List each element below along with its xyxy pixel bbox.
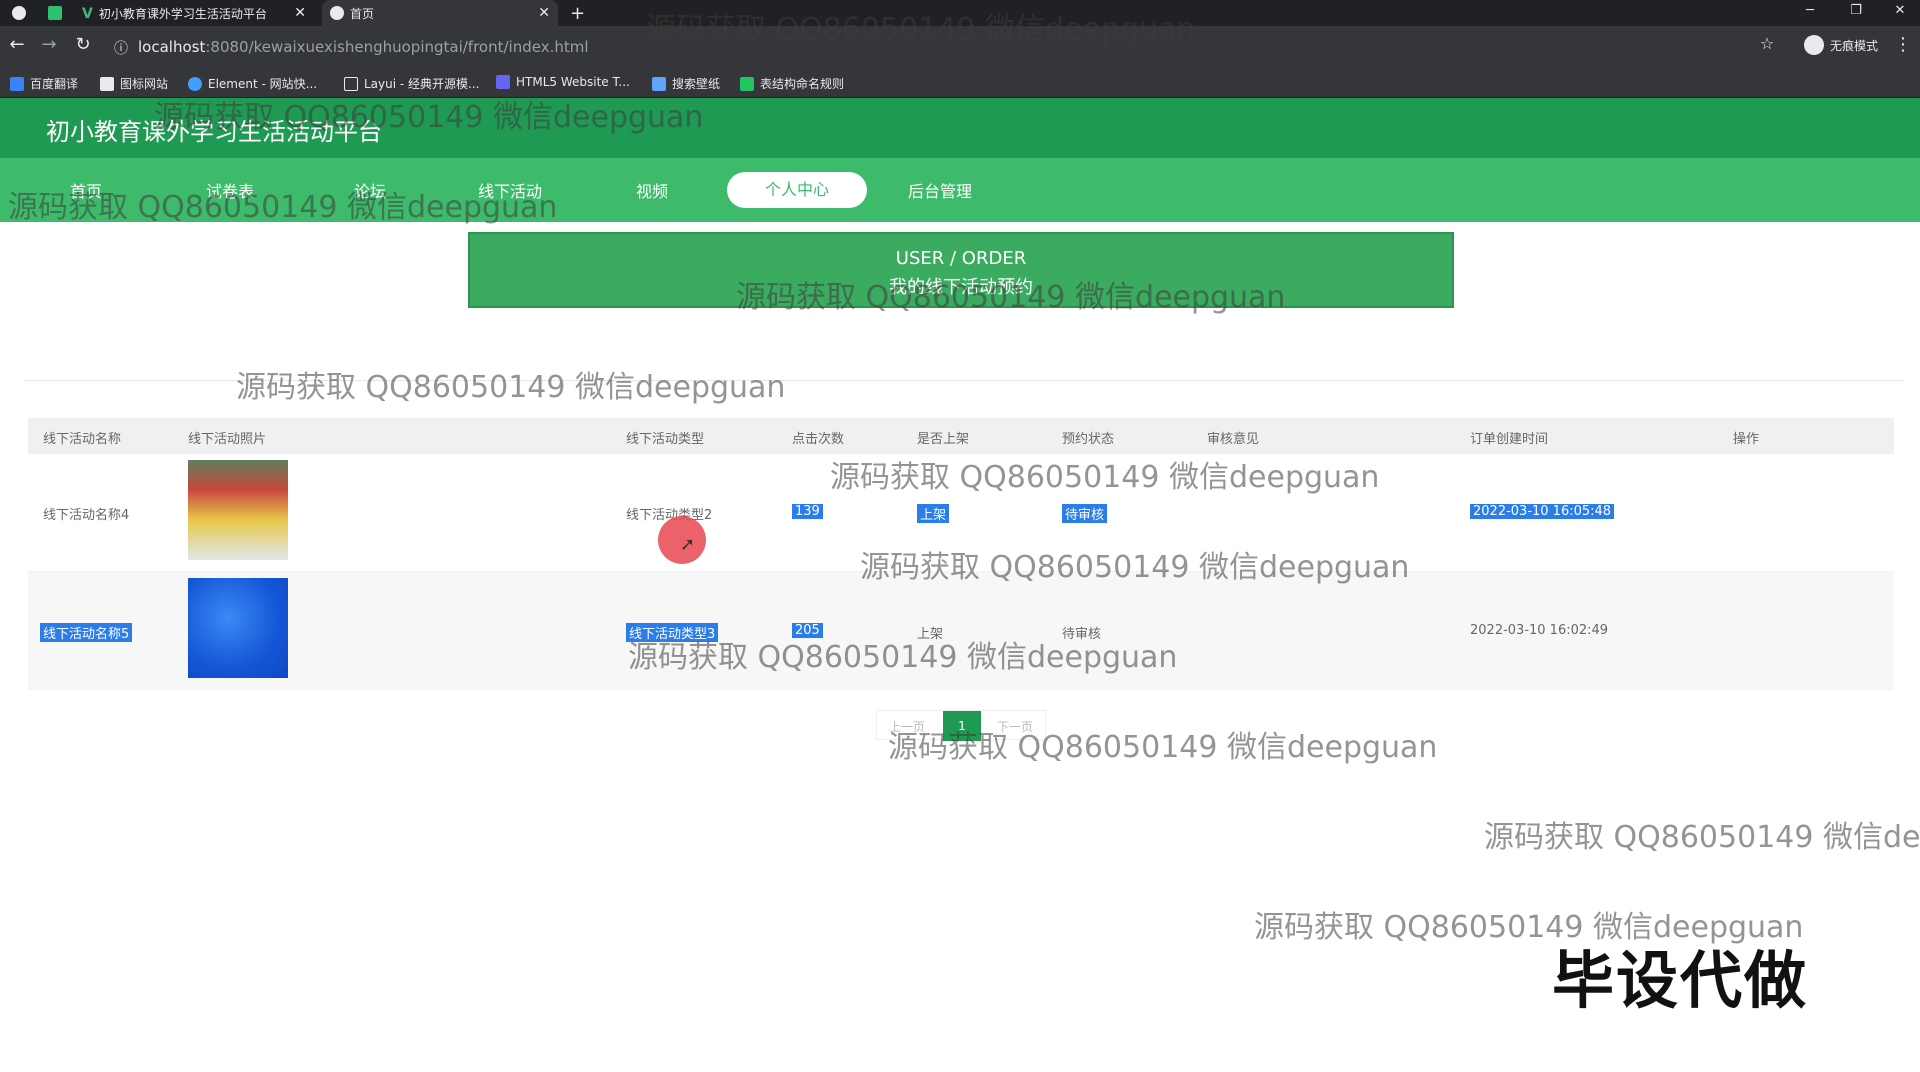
forward-icon[interactable]: → bbox=[36, 34, 62, 55]
header-photo: 线下活动照片 bbox=[188, 432, 267, 447]
activity-photo bbox=[188, 578, 288, 678]
profile-button[interactable]: 无痕模式 bbox=[1803, 35, 1878, 55]
bookmark-item[interactable]: Element - 网站快... bbox=[188, 75, 317, 92]
header-created: 订单创建时间 bbox=[1470, 432, 1549, 447]
info-icon[interactable]: ⓘ bbox=[108, 38, 134, 58]
banner-english-title: USER / ORDER bbox=[895, 248, 1027, 269]
tab-label: 初小教育课外学习生活活动平台 bbox=[98, 6, 267, 21]
bookmark-label: 表结构命名规则 bbox=[760, 77, 845, 91]
header-clicks: 点击次数 bbox=[792, 432, 845, 447]
pinned-tab[interactable] bbox=[40, 0, 72, 26]
nav-admin[interactable]: 后台管理 bbox=[908, 178, 972, 202]
activity-photo bbox=[188, 460, 288, 560]
bookmark-item[interactable]: 搜索壁纸 bbox=[652, 75, 720, 92]
bookmark-label: 百度翻译 bbox=[30, 77, 79, 91]
cell-name: 线下活动名称4 bbox=[43, 508, 130, 523]
url-path: :8080/kewaixuexishenghuopingtai/front/in… bbox=[205, 38, 589, 56]
header-actions: 操作 bbox=[1733, 432, 1760, 447]
bookmark-item[interactable]: 百度翻译 bbox=[10, 75, 78, 92]
cell-status: 待审核 bbox=[1062, 504, 1108, 523]
watermark: 源码获取 QQ86050149 微信deepguan bbox=[236, 370, 786, 405]
header-name: 线下活动名称 bbox=[43, 432, 122, 447]
reload-icon[interactable]: ↻ bbox=[70, 34, 96, 55]
cell-clicks: 139 bbox=[792, 504, 823, 519]
nav-video[interactable]: 视频 bbox=[636, 178, 668, 202]
close-window-button[interactable]: ✕ bbox=[1880, 0, 1920, 22]
bookmark-item[interactable]: Layui - 经典开源模... bbox=[344, 75, 479, 92]
header-type: 线下活动类型 bbox=[626, 432, 705, 447]
header-listed: 是否上架 bbox=[917, 432, 970, 447]
element-icon bbox=[188, 76, 202, 91]
incognito-icon bbox=[1803, 35, 1824, 55]
translate-icon bbox=[10, 76, 24, 91]
watermark: 源码获取 QQ86050149 微信deepguan bbox=[860, 550, 1410, 585]
table-header: 线下活动名称 线下活动照片 线下活动类型 点击次数 是否上架 预约状态 审核意见… bbox=[28, 418, 1894, 454]
wallpaper-icon bbox=[652, 76, 666, 91]
minimize-button[interactable]: ─ bbox=[1790, 0, 1830, 22]
tab-label: 首页 bbox=[350, 6, 375, 21]
watermark: 源码获取 QQ86050149 微信deepguan bbox=[888, 730, 1438, 765]
watermark: 源码获取 QQ86050149 微信deepguan bbox=[736, 280, 1286, 315]
url-host: localhost bbox=[138, 38, 206, 56]
close-tab-icon[interactable]: ✕ bbox=[294, 5, 306, 21]
tab-platform[interactable]: V 初小教育课外学习生活活动平台 ✕ bbox=[74, 0, 314, 26]
tab-home[interactable]: 首页 ✕ bbox=[322, 0, 558, 26]
header-status: 预约状态 bbox=[1062, 432, 1115, 447]
new-tab-button[interactable]: + bbox=[570, 0, 598, 26]
bookmark-item[interactable]: 表结构命名规则 bbox=[740, 75, 844, 92]
bookmark-label: Layui - 经典开源模... bbox=[364, 77, 480, 91]
bookmark-label: 图标网站 bbox=[120, 77, 169, 91]
url-field[interactable]: localhost:8080/kewaixuexishenghuopingtai… bbox=[138, 35, 589, 59]
watermark: 源码获取 QQ86050149 微信deepguan bbox=[8, 190, 558, 225]
watermark: 源码获取 QQ86050149 微信deepguan bbox=[1484, 820, 1920, 855]
watermark: 源码获取 QQ86050149 微信deepguan bbox=[154, 100, 704, 135]
bookmark-label: 搜索壁纸 bbox=[672, 77, 721, 91]
watermark: 源码获取 QQ86050149 微信deepguan bbox=[830, 460, 1380, 495]
cell-name: 线下活动名称5 bbox=[40, 623, 133, 642]
profile-label: 无痕模式 bbox=[1829, 38, 1878, 53]
close-tab-icon[interactable]: ✕ bbox=[538, 5, 550, 21]
cell-created: 2022-03-10 16:05:48 bbox=[1470, 504, 1615, 519]
bookmark-label: HTML5 Website T... bbox=[516, 75, 630, 89]
bookmark-item[interactable]: 图标网站 bbox=[100, 75, 168, 92]
layui-icon bbox=[344, 76, 358, 91]
menu-icon[interactable]: ⋮ bbox=[1890, 34, 1916, 55]
header-opinion: 审核意见 bbox=[1207, 432, 1260, 447]
browser-menu-icon[interactable] bbox=[4, 0, 40, 26]
bookmark-item[interactable]: HTML5 Website T... bbox=[496, 75, 630, 89]
star-icon[interactable]: ☆ bbox=[1754, 34, 1780, 53]
globe-icon bbox=[330, 6, 344, 20]
restore-button[interactable]: ❐ bbox=[1836, 0, 1876, 22]
mouse-cursor-icon: ➚ bbox=[680, 534, 696, 555]
vue-icon: V bbox=[82, 6, 93, 22]
nav-personal-center[interactable]: 个人中心 bbox=[727, 172, 867, 208]
watermark: 源码获取 QQ86050149 微信deepguan bbox=[628, 640, 1178, 675]
stamp-text: 毕设代做 bbox=[1552, 944, 1809, 1017]
watermark: 源码获取 QQ86050149 微信deepguan bbox=[646, 12, 1196, 47]
html5-icon bbox=[496, 75, 510, 89]
back-icon[interactable]: ← bbox=[4, 34, 30, 55]
cell-listed: 上架 bbox=[917, 504, 950, 523]
bookmark-label: Element - 网站快... bbox=[208, 77, 318, 91]
cell-created: 2022-03-10 16:02:49 bbox=[1470, 623, 1609, 638]
table-icon bbox=[740, 76, 754, 91]
flag-icon bbox=[100, 76, 114, 91]
